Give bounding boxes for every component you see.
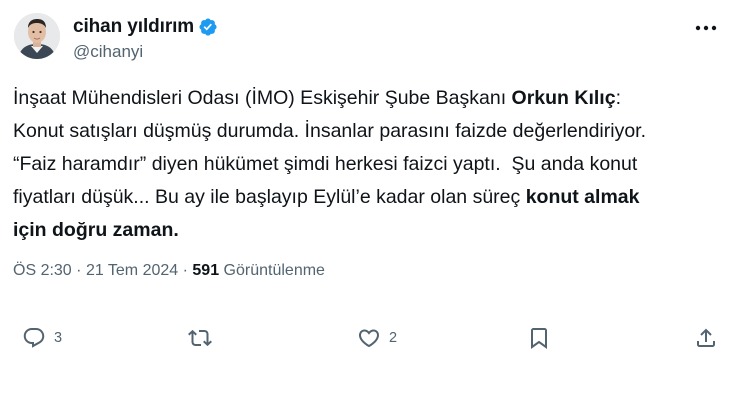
- like-button[interactable]: 2: [357, 322, 397, 354]
- tweet-text-bold-segment: Orkun Kılıç: [511, 87, 616, 109]
- tweet-time[interactable]: ÖS 2:30: [13, 262, 72, 279]
- more-options-button[interactable]: [692, 18, 720, 38]
- reply-button[interactable]: 3: [22, 322, 62, 354]
- tweet-text-segment: İnşaat Mühendisleri Odası (İMO) Eskişehi…: [13, 87, 512, 109]
- views-count: 591: [192, 262, 220, 279]
- bookmark-icon: [531, 328, 547, 349]
- verified-badge-icon: [198, 17, 218, 37]
- reply-icon: [23, 328, 45, 348]
- tweet-text: İnşaat Mühendisleri Odası (İMO) Eskişehi…: [13, 82, 721, 247]
- author-name-row: cihan yıldırım: [73, 15, 218, 39]
- like-count: 2: [389, 330, 398, 346]
- tweet-card: cihan yıldırım @cihanyi İnşaat Mühendisl…: [0, 0, 730, 420]
- share-button[interactable]: [694, 322, 718, 354]
- author-block: cihan yıldırım @cihanyi: [73, 15, 218, 62]
- meta-separator: ·: [76, 262, 82, 279]
- tweet-date[interactable]: 21 Tem 2024: [86, 262, 178, 279]
- tweet-actions: 3 2: [0, 322, 730, 354]
- retweet-button[interactable]: [188, 322, 212, 354]
- author-display-name[interactable]: cihan yıldırım: [73, 16, 194, 38]
- avatar-image: [14, 13, 60, 59]
- retweet-icon: [188, 329, 212, 347]
- heart-icon: [358, 329, 380, 348]
- avatar[interactable]: [14, 13, 60, 59]
- views-label: Görüntülenme: [223, 262, 325, 279]
- author-handle[interactable]: @cihanyi: [73, 42, 218, 62]
- bookmark-button[interactable]: [527, 322, 551, 354]
- meta-separator-2: ·: [182, 262, 188, 279]
- more-horizontal-icon: [695, 25, 717, 31]
- tweet-meta: ÖS 2:30 · 21 Tem 2024 · 591 Görüntülenme: [13, 262, 325, 280]
- share-icon: [697, 328, 715, 347]
- reply-count: 3: [54, 330, 63, 346]
